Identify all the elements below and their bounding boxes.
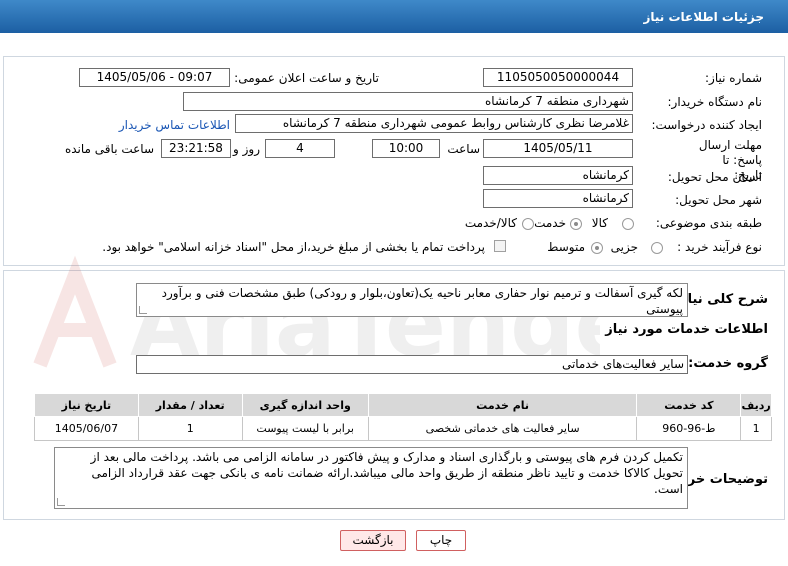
page-header: جزئیات اطلاعات نیاز [0, 0, 788, 33]
services-table: ردیف کد خدمت نام خدمت واحد اندازه گیری ت… [34, 393, 772, 441]
col-header-need-date: تاریخ نیاز [34, 393, 139, 417]
need-info-panel [3, 56, 785, 266]
resize-grip-icon[interactable] [139, 306, 147, 314]
category-radio-goods[interactable] [622, 218, 634, 230]
days-remaining-field[interactable]: 4 [265, 139, 335, 158]
announce-datetime-label: تاریخ و ساعت اعلان عمومی: [234, 71, 379, 85]
table-header-row: ردیف کد خدمت نام خدمت واحد اندازه گیری ت… [34, 393, 772, 417]
deadline-time-field[interactable]: 10:00 [372, 139, 440, 158]
announce-datetime-field[interactable]: 1405/05/06 - 09:07 [79, 68, 230, 87]
description-text: لکه گیری آسفالت و ترمیم نوار حفاری معابر… [161, 286, 683, 316]
category-radio-goods-service[interactable] [522, 218, 534, 230]
requester-label: ایجاد کننده درخواست: [651, 118, 762, 132]
resize-grip-icon[interactable] [57, 498, 65, 506]
process-type-label: نوع فرآیند خرید : [677, 240, 762, 254]
cell-unit: برابر با لیست پیوست [241, 416, 369, 441]
col-header-row-num: ردیف [740, 393, 772, 417]
need-number-label: شماره نیاز: [705, 71, 762, 85]
province-label: استان محل تحویل: [667, 170, 762, 184]
description-label: شرح کلی نیاز: [674, 292, 768, 307]
process-option-minor: جزیی [610, 240, 638, 254]
description-textarea[interactable]: لکه گیری آسفالت و ترمیم نوار حفاری معابر… [136, 283, 688, 317]
category-label: طبقه بندی موضوعی: [655, 216, 762, 230]
cell-service-name: سایر فعالیت های خدماتی شخصی [367, 416, 638, 441]
process-radio-minor[interactable] [651, 242, 663, 254]
cell-row-num: 1 [740, 416, 772, 441]
category-radio-service[interactable] [570, 218, 582, 230]
need-number-field[interactable]: 1105050050000044 [483, 68, 633, 87]
cell-service-code: ط-96-960 [636, 416, 742, 441]
process-radio-medium[interactable] [591, 242, 603, 254]
treasury-payment-checkbox[interactable] [494, 240, 506, 252]
page-title: جزئیات اطلاعات نیاز [643, 10, 764, 24]
table-row[interactable]: 1 ط-96-960 سایر فعالیت های خدماتی شخصی ب… [34, 416, 772, 441]
buyer-org-label: نام دستگاه خریدار: [667, 95, 763, 109]
category-option-goods-service: کالا/خدمت [464, 216, 517, 230]
requester-field[interactable]: غلامرضا نظری کارشناس روابط عمومی شهرداری… [235, 114, 633, 133]
service-group-label: گروه خدمت: [688, 356, 768, 371]
remaining-time-field[interactable]: 23:21:58 [161, 139, 231, 158]
cell-need-date: 1405/06/07 [34, 416, 139, 441]
remaining-time-label: ساعت باقی مانده [64, 142, 154, 156]
back-button[interactable]: بازگشت [340, 530, 406, 551]
col-header-unit: واحد اندازه گیری [241, 393, 369, 417]
city-label: شهر محل تحویل: [675, 193, 762, 207]
print-button[interactable]: چاپ [416, 530, 466, 551]
col-header-quantity: تعداد / مقدار [137, 393, 243, 417]
buyer-org-field[interactable]: شهرداری منطقه 7 کرمانشاه [183, 92, 633, 111]
col-header-service-code: کد خدمت [636, 393, 742, 417]
city-field[interactable]: کرمانشاه [483, 189, 633, 208]
days-label: روز و [233, 142, 260, 156]
buyer-contact-link[interactable]: اطلاعات تماس خریدار [119, 118, 230, 132]
process-option-medium: متوسط [547, 240, 585, 254]
service-group-field[interactable]: سایر فعالیت‌های خدماتی [136, 355, 688, 374]
category-option-service: خدمت [534, 216, 566, 230]
category-option-goods: کالا [591, 216, 608, 230]
buyer-notes-text: تکمیل کردن فرم های پیوستی و بارگذاری اسن… [90, 450, 683, 496]
buyer-notes-textarea[interactable]: تکمیل کردن فرم های پیوستی و بارگذاری اسن… [54, 447, 688, 509]
province-field[interactable]: کرمانشاه [483, 166, 633, 185]
deadline-date-field[interactable]: 1405/05/11 [483, 139, 633, 158]
col-header-service-name: نام خدمت [367, 393, 638, 417]
services-section-title: اطلاعات خدمات مورد نیاز [605, 322, 768, 337]
cell-quantity: 1 [137, 416, 243, 441]
deadline-hour-label: ساعت [447, 142, 480, 156]
treasury-payment-note: پرداخت تمام یا بخشی از مبلغ خرید،از محل … [102, 240, 485, 254]
